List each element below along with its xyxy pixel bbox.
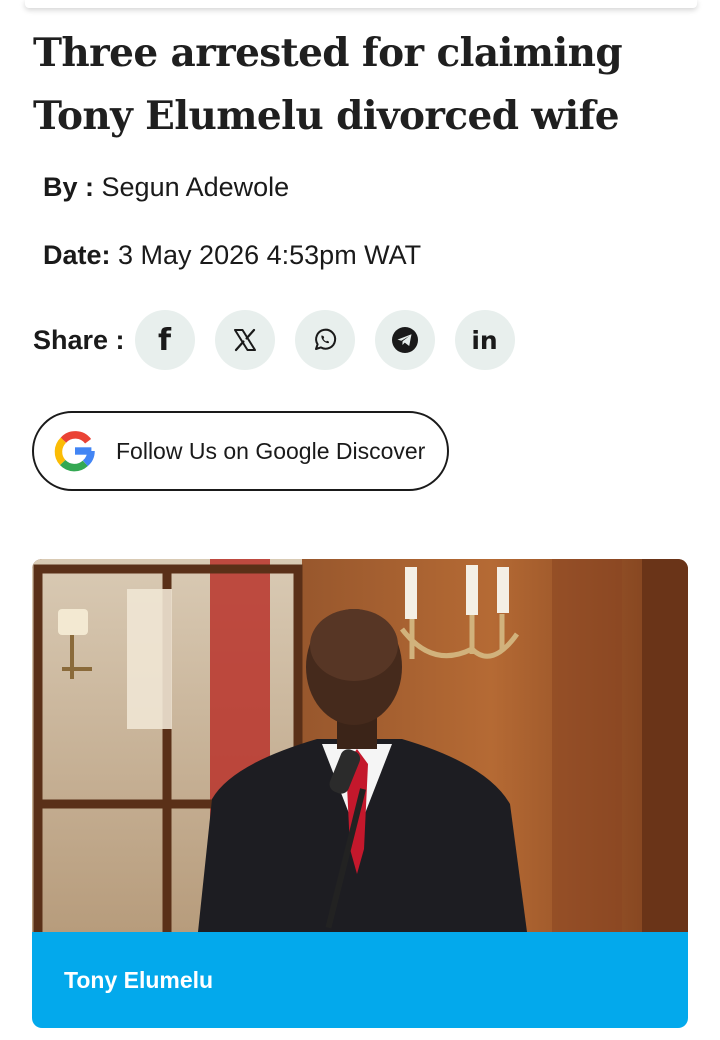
follow-google-discover-button[interactable]: Follow Us on Google Discover (32, 411, 449, 491)
telegram-icon (391, 327, 418, 353)
share-bar: Share : f in (33, 310, 535, 370)
article-figure: Tony Elumelu (32, 559, 688, 1028)
share-linkedin-button[interactable]: in (454, 310, 515, 370)
date-label: Date: (43, 240, 111, 270)
x-icon (233, 328, 256, 352)
share-label: Share : (33, 324, 125, 355)
follow-label: Follow Us on Google Discover (116, 437, 426, 464)
top-bar-edge (25, 0, 697, 8)
google-icon (54, 431, 95, 472)
facebook-icon: f (158, 322, 172, 358)
share-whatsapp-button[interactable] (294, 310, 355, 370)
article-photo[interactable] (32, 559, 688, 932)
whatsapp-icon (314, 328, 336, 350)
author-name: Segun Adewole (101, 172, 290, 202)
article-title: Three arrested for claiming Tony Elumelu… (33, 30, 623, 139)
photo-caption: Tony Elumelu (64, 966, 214, 993)
linkedin-icon: in (471, 325, 498, 355)
share-x-button[interactable] (214, 310, 275, 370)
byline-label: By : (43, 172, 95, 202)
share-facebook-button[interactable]: f (134, 310, 195, 370)
share-telegram-button[interactable] (374, 310, 435, 370)
byline: By : Segun Adewole (43, 172, 289, 203)
publish-date: 3 May 2026 4:53pm WAT (118, 240, 422, 270)
dateline: Date: 3 May 2026 4:53pm WAT (43, 240, 421, 271)
photo-caption-bar: Tony Elumelu (32, 932, 688, 1028)
